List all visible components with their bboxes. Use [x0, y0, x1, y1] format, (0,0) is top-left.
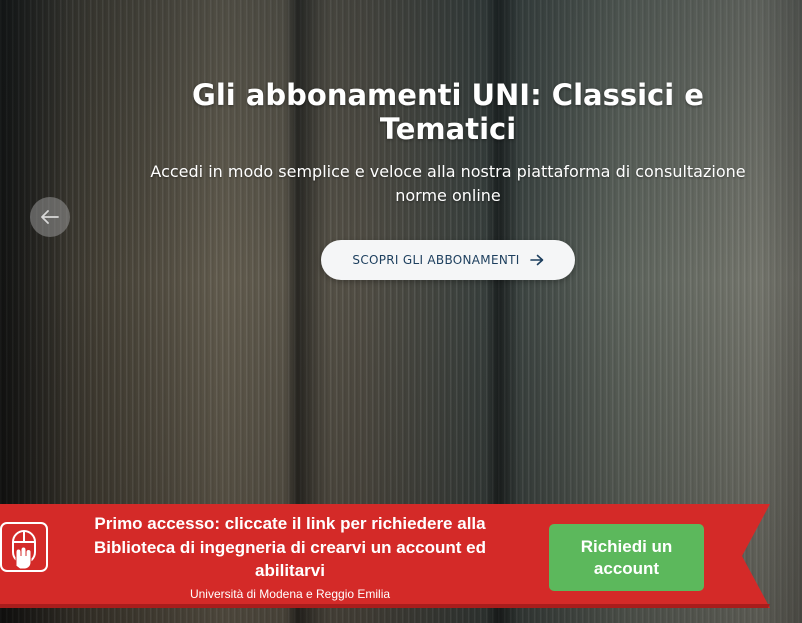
carousel-prev-button[interactable]: [30, 197, 70, 237]
banner-message: Primo accesso: cliccate il link per rich…: [93, 514, 487, 580]
arrow-right-icon: [529, 254, 543, 266]
cta-label: SCOPRI GLI ABBONAMENTI: [352, 253, 520, 267]
arrow-left-icon: [41, 210, 59, 224]
mouse-click-icon: [0, 522, 48, 572]
banner-institution: Università di Modena e Reggio Emilia: [189, 587, 391, 601]
slide-subtitle: Accedi in modo semplice e veloce alla no…: [150, 162, 746, 205]
slide-title: Gli abbonamenti UNI: Classici e Tematici: [192, 78, 704, 146]
discover-subscriptions-button[interactable]: SCOPRI GLI ABBONAMENTI: [321, 240, 575, 280]
request-account-button[interactable]: Richiedi un account: [549, 524, 704, 591]
